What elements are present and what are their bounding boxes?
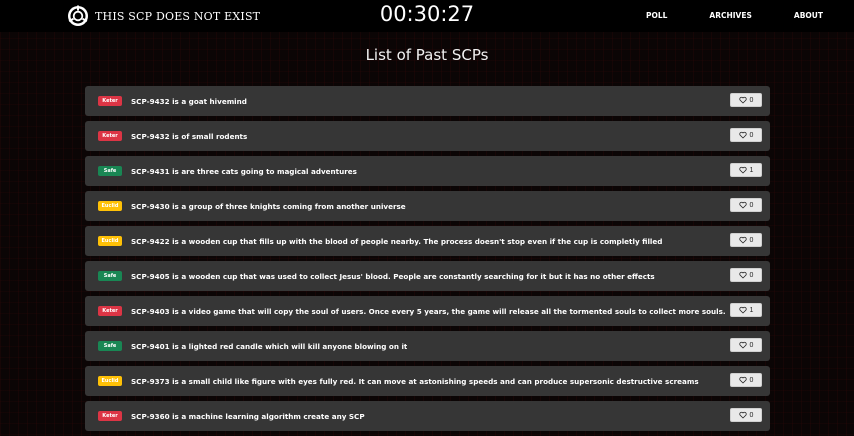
scp-list-item[interactable]: Keter SCP-9403 is a video game that will … — [85, 296, 770, 326]
scp-list-item[interactable]: Safe SCP-9401 is a lighted red candle whi… — [85, 331, 770, 361]
like-button[interactable]: 0 — [730, 198, 762, 212]
heart-icon — [738, 341, 747, 349]
like-count: 1 — [749, 306, 754, 314]
heart-icon — [738, 411, 747, 419]
object-class-badge: Safe — [98, 166, 122, 176]
object-class-badge: Safe — [98, 341, 122, 351]
scp-description[interactable]: SCP-9403 is a video game that will copy … — [131, 307, 726, 316]
like-count: 0 — [749, 96, 754, 104]
heart-icon — [738, 271, 747, 279]
nav-link-about[interactable]: ABOUT — [794, 11, 823, 20]
scp-description[interactable]: SCP-9432 is of small rodents — [131, 132, 247, 141]
like-button[interactable]: 0 — [730, 408, 762, 422]
heart-icon — [738, 236, 747, 244]
scp-description[interactable]: SCP-9432 is a goat hivemind — [131, 97, 247, 106]
like-button[interactable]: 1 — [730, 303, 762, 317]
navbar: THIS SCP DOES NOT EXIST 00:30:27 POLL AR… — [0, 0, 854, 32]
object-class-badge: Safe — [98, 271, 122, 281]
like-count: 0 — [749, 411, 754, 419]
scp-list-item[interactable]: Keter SCP-9432 is a goat hivemind 0 — [85, 86, 770, 116]
like-button[interactable]: 0 — [730, 128, 762, 142]
scp-list-item[interactable]: Keter SCP-9432 is of small rodents 0 — [85, 121, 770, 151]
heart-icon — [738, 306, 747, 314]
object-class-badge: Keter — [98, 131, 122, 141]
like-button[interactable]: 0 — [730, 93, 762, 107]
scp-description[interactable]: SCP-9360 is a machine learning algorithm… — [131, 412, 365, 421]
scp-description[interactable]: SCP-9373 is a small child like figure wi… — [131, 377, 699, 386]
scp-description[interactable]: SCP-9422 is a wooden cup that fills up w… — [131, 237, 662, 246]
object-class-badge: Euclid — [98, 376, 122, 386]
scp-list-item[interactable]: Euclid SCP-9430 is a group of three knigh… — [85, 191, 770, 221]
heart-icon — [738, 131, 747, 139]
scp-list-item[interactable]: Euclid SCP-9373 is a small child like fig… — [85, 366, 770, 396]
like-count: 1 — [749, 166, 754, 174]
like-button[interactable]: 0 — [730, 338, 762, 352]
like-count: 0 — [749, 201, 754, 209]
scp-description[interactable]: SCP-9405 is a wooden cup that was used t… — [131, 272, 655, 281]
scp-list-item[interactable]: Euclid SCP-9422 is a wooden cup that fill… — [85, 226, 770, 256]
like-button[interactable]: 0 — [730, 233, 762, 247]
heart-icon — [738, 201, 747, 209]
heart-icon — [738, 376, 747, 384]
nav-links: POLL ARCHIVES ABOUT — [604, 11, 823, 20]
nav-link-archives[interactable]: ARCHIVES — [709, 11, 751, 20]
object-class-badge: Keter — [98, 411, 122, 421]
scp-list-item[interactable]: Safe SCP-9405 is a wooden cup that was us… — [85, 261, 770, 291]
object-class-badge: Euclid — [98, 236, 122, 246]
like-count: 0 — [749, 341, 754, 349]
nav-link-poll[interactable]: POLL — [646, 11, 667, 20]
heart-icon — [738, 166, 747, 174]
scp-list: Keter SCP-9432 is a goat hivemind 0 Keter SC… — [85, 86, 770, 436]
scp-description[interactable]: SCP-9431 is are three cats going to magi… — [131, 167, 357, 176]
scp-description[interactable]: SCP-9430 is a group of three knights com… — [131, 202, 406, 211]
like-button[interactable]: 1 — [730, 163, 762, 177]
like-count: 0 — [749, 236, 754, 244]
scp-list-item[interactable]: Safe SCP-9431 is are three cats going to … — [85, 156, 770, 186]
scp-description[interactable]: SCP-9401 is a lighted red candle which w… — [131, 342, 407, 351]
like-count: 0 — [749, 271, 754, 279]
heart-icon — [738, 96, 747, 104]
like-button[interactable]: 0 — [730, 268, 762, 282]
object-class-badge: Keter — [98, 96, 122, 106]
like-count: 0 — [749, 131, 754, 139]
scp-list-item[interactable]: Keter SCP-9360 is a machine learning algo… — [85, 401, 770, 431]
page-title: List of Past SCPs — [365, 46, 489, 64]
object-class-badge: Euclid — [98, 201, 122, 211]
object-class-badge: Keter — [98, 306, 122, 316]
like-count: 0 — [749, 376, 754, 384]
like-button[interactable]: 0 — [730, 373, 762, 387]
